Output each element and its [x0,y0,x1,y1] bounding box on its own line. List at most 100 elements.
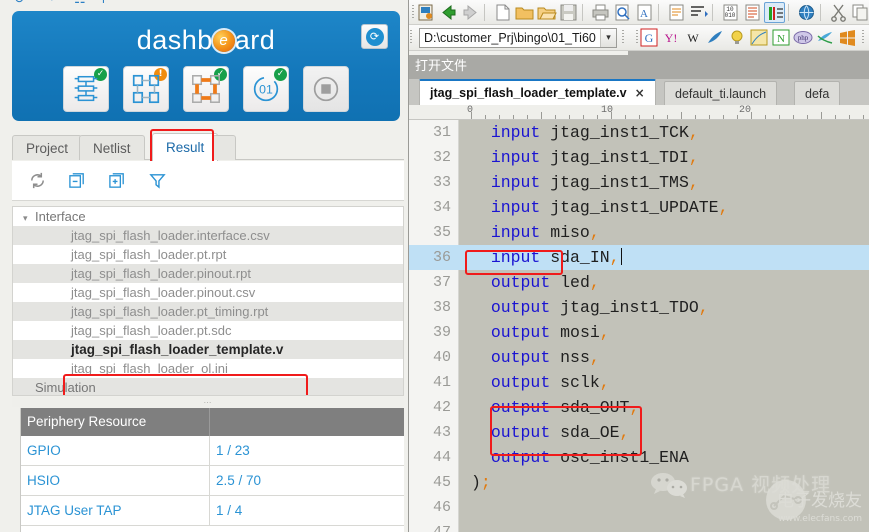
toolbar-grip[interactable] [411,4,415,21]
line-number: 45 [432,474,451,491]
result-toolbar [12,161,404,201]
back-arrow-icon[interactable] [438,2,459,23]
tree-item-pt-rpt[interactable]: jtag_spi_flash_loader.pt.rpt [13,245,403,264]
code-line[interactable]: 39 output mosi, [409,320,869,345]
windows-icon[interactable] [837,28,857,47]
doc-tab-template-v[interactable]: jtag_spi_flash_loader_template.v × [419,79,656,105]
collapse-all-icon[interactable] [68,171,87,190]
code-line[interactable]: 45); [409,470,869,495]
line-number: 40 [432,349,451,366]
code-line-list[interactable]: 31 input jtag_inst1_TCK, 32 input jtag_in… [409,120,869,532]
tree-group-interface[interactable]: ▾ Interface [13,207,403,226]
code-line[interactable]: 38 output jtag_inst1_TDO, [409,295,869,320]
doc-tab-default-3[interactable]: defa [794,81,841,105]
toolbar-overflow-grip[interactable] [861,29,865,46]
tab-project[interactable]: Project [12,135,83,160]
tree-item-interface-csv[interactable]: jtag_spi_flash_loader.interface.csv [13,226,403,245]
globe-icon[interactable] [796,2,817,23]
color-bars-icon[interactable] [764,1,785,23]
code-line[interactable]: 36 input sda_IN, [409,245,869,270]
code-line[interactable]: 43 output sda_OE, [409,420,869,445]
code-line[interactable]: 46 [409,495,869,520]
code-line[interactable]: 32 input jtag_inst1_TDI, [409,145,869,170]
tree-item-template-v[interactable]: jtag_spi_flash_loader_template.v [13,340,403,359]
address-row-grip[interactable] [409,29,413,46]
tree-item-pinout-rpt[interactable]: jtag_spi_flash_loader.pinout.rpt [13,264,403,283]
result-file-tree[interactable]: ▾ Interface jtag_spi_flash_loader.interfa… [12,206,404,396]
tab-result[interactable]: Result [152,133,219,161]
resource-name: HSIO [21,466,210,495]
forward-arrow-icon[interactable] [460,2,481,23]
tab-netlist[interactable]: Netlist [79,135,145,160]
routing-button[interactable]: ✓ [183,66,229,112]
binary-icon[interactable]: 10 010 [720,2,741,23]
code-editor[interactable]: 31 input jtag_inst1_TCK, 32 input jtag_in… [409,120,869,532]
filter-icon[interactable] [148,171,167,190]
code-line[interactable]: 41 output sclk, [409,370,869,395]
code-punctuation: , [619,423,630,442]
code-line[interactable]: 40 output nss, [409,345,869,370]
print-icon[interactable] [590,2,611,23]
tree-group-simulation[interactable]: Simulation [13,378,403,395]
google-icon[interactable]: G [639,28,659,47]
table-row[interactable]: HSIO 2.5 / 70 [21,466,404,496]
new-session-icon[interactable] [416,2,437,23]
code-line[interactable]: 42 output sda_OUT, [409,395,869,420]
synthesis-button[interactable]: ✓ [63,66,109,112]
bitstream-button[interactable]: ✓ 01 [243,66,289,112]
tree-item-pinout-csv[interactable]: jtag_spi_flash_loader.pinout.csv [13,283,403,302]
code-keyword: input [490,248,541,267]
table-row[interactable]: GPIO 1 / 23 [21,436,404,466]
new-file-icon[interactable] [492,2,513,23]
tree-item-pt-timing-rpt[interactable]: jtag_spi_flash_loader.pt_timing.rpt [13,302,403,321]
code-line[interactable]: 34 input jtag_inst1_UPDATE, [409,195,869,220]
open-folder-icon[interactable] [514,2,535,23]
code-line[interactable]: 35 input miso, [409,220,869,245]
idea-icon[interactable] [727,28,747,47]
script-icon[interactable] [742,2,763,23]
yahoo-icon[interactable]: Y! [661,28,681,47]
panel-splitter[interactable]: ⋯ [12,397,404,407]
code-line[interactable]: 31 input jtag_inst1_TCK, [409,120,869,145]
link-icon[interactable] [815,28,835,47]
print-preview-icon[interactable] [612,2,633,23]
cut-icon[interactable] [828,2,849,23]
placement-button[interactable]: ! [123,66,169,112]
path-combobox[interactable]: D:\customer_Prj\bingo\01_Ti60 ▾ [419,27,617,48]
chevron-down-icon[interactable]: ▾ [23,210,35,226]
wikipedia-icon[interactable]: W [683,28,703,47]
dashboard-refresh-button[interactable]: ⟳ [361,24,388,49]
code-line[interactable]: 37 output led, [409,270,869,295]
code-line[interactable]: 33 input jtag_inst1_TMS, [409,170,869,195]
table-header-row: Periphery Resource [21,408,404,436]
copy-icon[interactable] [850,2,869,23]
code-line[interactable]: 44 output osc_inst1_ENA [409,445,869,470]
tree-item-ol-ini[interactable]: jtag_spi_flash_loader_ol.ini [13,359,403,378]
code-keyword: input [490,148,541,167]
feed-icon[interactable] [705,28,725,47]
notepad-icon[interactable]: N [771,28,791,47]
close-icon[interactable]: × [635,86,645,100]
code-line[interactable]: 47 [409,520,869,532]
refresh-icon[interactable] [28,171,47,190]
tab-overflow[interactable] [212,135,236,160]
font-icon[interactable]: A [634,2,655,23]
document-icon[interactable] [666,2,687,23]
doc-tab-default-ti-launch[interactable]: default_ti.launch [664,81,778,105]
news-icon[interactable] [749,28,769,47]
stop-button[interactable] [303,66,349,112]
tree-item-pt-sdc[interactable]: jtag_spi_flash_loader.pt.sdc [13,321,403,340]
save-icon[interactable] [558,2,579,23]
code-keyword: output [490,448,551,467]
sort-icon[interactable] [688,2,709,23]
code-punctuation: , [629,398,640,417]
line-number: 32 [432,149,451,166]
expand-all-icon[interactable] [108,171,127,190]
php-icon[interactable]: php [793,28,813,47]
table-row[interactable]: JTAG User TAP 1 / 4 [21,496,404,526]
dashboard-title-before: dashb [136,25,213,55]
chevron-down-icon[interactable]: ▾ [600,28,616,47]
efinix-logo-icon [212,30,235,52]
open-folder-2-icon[interactable] [536,2,557,23]
favorites-grip[interactable] [621,29,625,46]
